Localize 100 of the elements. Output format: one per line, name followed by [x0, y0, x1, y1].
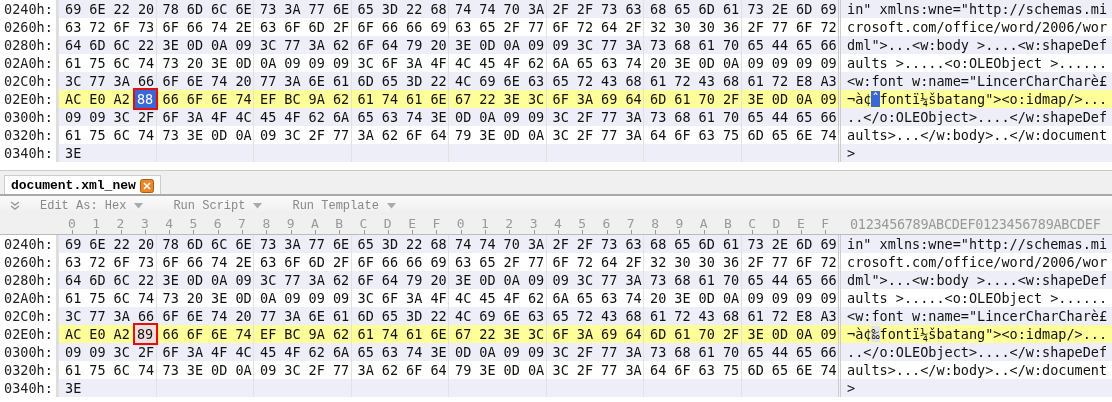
hex-byte[interactable]: 0A: [208, 271, 233, 289]
hex-byte[interactable]: 63: [695, 361, 720, 379]
hex-byte[interactable]: 0A: [524, 361, 550, 379]
hex-byte[interactable]: 2F: [500, 253, 525, 271]
hex-byte[interactable]: 0A: [793, 325, 818, 343]
hex-byte[interactable]: 2F: [744, 253, 769, 271]
hex-byte[interactable]: 68: [719, 307, 745, 325]
hex-byte[interactable]: 09: [549, 36, 574, 54]
text-line[interactable]: crosoft.com/office/word/2006/wor: [847, 19, 1108, 35]
hex-byte[interactable]: 3A: [403, 54, 428, 72]
hex-byte[interactable]: 3E: [62, 379, 87, 397]
hex-byte[interactable]: 77: [768, 18, 794, 36]
hex-byte[interactable]: 72: [768, 307, 794, 325]
hex-byte[interactable]: EF: [257, 90, 282, 108]
hex-byte[interactable]: 3A: [305, 36, 330, 54]
hex-byte[interactable]: 65: [549, 307, 574, 325]
caret-icon[interactable]: [134, 202, 144, 209]
hex-byte[interactable]: 77: [305, 0, 330, 18]
hex-byte[interactable]: 3E: [208, 289, 233, 307]
hex-byte[interactable]: 09: [817, 90, 842, 108]
hex-byte[interactable]: 9A: [305, 90, 330, 108]
hex-byte[interactable]: 63: [378, 343, 404, 361]
hex-byte[interactable]: 74: [452, 0, 477, 18]
hex-byte[interactable]: 73: [159, 54, 184, 72]
hex-byte[interactable]: 09: [817, 289, 842, 307]
hex-byte[interactable]: 3E: [744, 325, 769, 343]
hex-byte[interactable]: 22: [403, 235, 428, 253]
hex-byte[interactable]: 70: [719, 36, 745, 54]
text-line[interactable]: aults>...</w:body>..</w:document: [847, 127, 1108, 143]
hex-byte[interactable]: 75: [86, 361, 111, 379]
hex-byte[interactable]: 65: [744, 271, 769, 289]
hex-byte[interactable]: 6D: [305, 18, 330, 36]
hex-byte[interactable]: 77: [329, 361, 355, 379]
hex-byte[interactable]: 6E: [208, 325, 233, 343]
hex-byte[interactable]: 77: [305, 235, 330, 253]
hex-byte[interactable]: 3A: [281, 0, 306, 18]
hex-byte[interactable]: 73: [134, 253, 160, 271]
hex-byte[interactable]: 68: [622, 307, 647, 325]
hex-byte[interactable]: 2F: [719, 90, 745, 108]
hex-byte[interactable]: 20: [183, 54, 209, 72]
hex-byte[interactable]: 09: [232, 271, 257, 289]
hex-byte[interactable]: 65: [671, 0, 696, 18]
hex-byte[interactable]: 72: [768, 72, 794, 90]
hex-byte[interactable]: 79: [452, 126, 477, 144]
hex-byte[interactable]: 22: [476, 90, 501, 108]
hex-byte[interactable]: 75: [86, 126, 111, 144]
hex-byte[interactable]: 2F: [573, 361, 599, 379]
hex-byte[interactable]: 3A: [305, 271, 330, 289]
hex-byte[interactable]: 64: [62, 36, 87, 54]
hex-byte[interactable]: 72: [817, 18, 842, 36]
hex-byte[interactable]: 6F: [159, 108, 184, 126]
hex-byte[interactable]: 22: [476, 325, 501, 343]
hex-byte[interactable]: 6C: [110, 126, 135, 144]
hex-byte[interactable]: 3A: [573, 325, 599, 343]
text-line[interactable]: ¬à¢ˆfontï¼šbatang"><o:idmap/>...: [847, 91, 1108, 107]
hex-byte[interactable]: 22: [427, 72, 452, 90]
hex-byte[interactable]: 74: [817, 126, 842, 144]
hex-byte[interactable]: 6F: [793, 18, 818, 36]
hex-byte[interactable]: 0A: [476, 108, 501, 126]
hex-byte[interactable]: 0A: [500, 36, 525, 54]
hex-byte[interactable]: 66: [817, 36, 842, 54]
hex-byte[interactable]: 6D: [647, 325, 672, 343]
hex-byte[interactable]: 3A: [110, 72, 135, 90]
hex-byte[interactable]: 63: [598, 289, 623, 307]
hex-byte[interactable]: 45: [476, 54, 501, 72]
hex-byte[interactable]: 74: [134, 361, 160, 379]
text-line[interactable]: in" xmlns:wne="http://schemas.mi: [847, 1, 1108, 17]
hex-byte[interactable]: 74: [622, 289, 647, 307]
hex-byte[interactable]: 3C: [257, 271, 282, 289]
hex-byte[interactable]: 69: [598, 325, 623, 343]
hex-byte[interactable]: 32: [647, 18, 672, 36]
hex-byte[interactable]: 3E: [62, 144, 87, 162]
hex-byte[interactable]: 68: [427, 235, 452, 253]
hex-byte[interactable]: 20: [647, 289, 672, 307]
hex-byte[interactable]: 4F: [281, 343, 306, 361]
hex-byte[interactable]: 09: [62, 108, 87, 126]
hex-byte[interactable]: 2F: [573, 235, 599, 253]
hex-byte[interactable]: A3: [817, 307, 842, 325]
hex-byte[interactable]: 66: [134, 307, 160, 325]
hex-byte[interactable]: 2F: [134, 108, 160, 126]
hex-byte[interactable]: 69: [817, 235, 842, 253]
hex-byte[interactable]: 66: [817, 343, 842, 361]
hex-byte[interactable]: 73: [647, 343, 672, 361]
hex-byte[interactable]: 09: [768, 289, 794, 307]
text-line[interactable]: ..</o:OLEObject>....</w:shapeDef: [847, 344, 1108, 360]
hex-byte[interactable]: 6E: [183, 72, 209, 90]
hex-byte[interactable]: 6E: [427, 325, 452, 343]
hex-byte[interactable]: 77: [329, 126, 355, 144]
hex-byte[interactable]: 6D: [695, 0, 720, 18]
hex-byte[interactable]: 61: [695, 36, 720, 54]
hex-byte[interactable]: 74: [622, 54, 647, 72]
hex-byte[interactable]: 6D: [744, 126, 769, 144]
hex-byte[interactable]: 77: [524, 18, 550, 36]
hex-byte[interactable]: 6F: [354, 271, 379, 289]
hex-byte[interactable]: 65: [378, 72, 404, 90]
hex-byte[interactable]: 22: [403, 0, 428, 18]
hex-byte[interactable]: 6D: [86, 271, 111, 289]
hex-byte[interactable]: 45: [257, 108, 282, 126]
hex-byte[interactable]: 3A: [622, 108, 647, 126]
hex-byte[interactable]: 78: [159, 235, 184, 253]
